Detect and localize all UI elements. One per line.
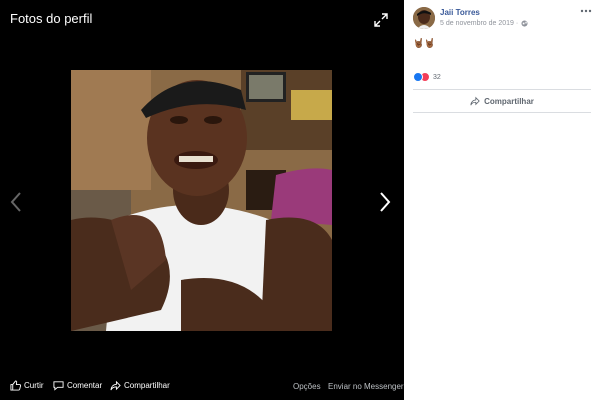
- divider: [413, 112, 591, 113]
- comment-icon: [53, 381, 64, 391]
- share-arrow-icon: [470, 96, 480, 106]
- more-options-icon[interactable]: [580, 8, 592, 14]
- expand-icon[interactable]: [374, 13, 388, 27]
- comment-label: Comentar: [67, 381, 103, 390]
- thumbs-up-icon: [10, 380, 21, 391]
- post-sidebar: Jaii Torres 5 de novembro de 2019 · 🤘🏾🤘🏾…: [404, 0, 599, 400]
- avatar[interactable]: [413, 7, 435, 29]
- send-in-messenger-link[interactable]: Enviar no Messenger: [328, 382, 404, 391]
- share-arrow-icon: [110, 380, 121, 391]
- divider: [413, 89, 591, 90]
- next-photo-arrow-icon[interactable]: [377, 190, 393, 214]
- share-label: Compartilhar: [124, 381, 170, 390]
- options-link[interactable]: Opções: [293, 382, 321, 391]
- profile-photo: [71, 70, 332, 331]
- globe-icon: [521, 20, 528, 27]
- like-reaction-icon: [413, 72, 423, 82]
- like-button[interactable]: Curtir: [10, 380, 44, 391]
- viewer-title: Fotos do perfil: [10, 11, 93, 26]
- photo-viewer: Fotos do perfil Curtir Comentar Comparti…: [0, 0, 404, 400]
- post-timestamp[interactable]: 5 de novembro de 2019 ·: [440, 20, 528, 27]
- timestamp-text: 5 de novembro de 2019 ·: [440, 20, 519, 27]
- comment-button[interactable]: Comentar: [53, 380, 102, 391]
- share-button-viewer[interactable]: Compartilhar: [110, 380, 170, 391]
- viewer-footer: Curtir Comentar Compartilhar Opções Envi…: [0, 374, 404, 400]
- previous-photo-arrow-icon[interactable]: [8, 190, 24, 214]
- reactions-summary[interactable]: 32: [413, 72, 441, 82]
- post-text: 🤘🏾🤘🏾: [413, 39, 436, 49]
- like-label: Curtir: [24, 381, 44, 390]
- share-button[interactable]: Compartilhar: [413, 92, 591, 110]
- share-button-label: Compartilhar: [484, 96, 534, 106]
- author-name-link[interactable]: Jaii Torres: [440, 8, 480, 17]
- reaction-count: 32: [433, 73, 441, 81]
